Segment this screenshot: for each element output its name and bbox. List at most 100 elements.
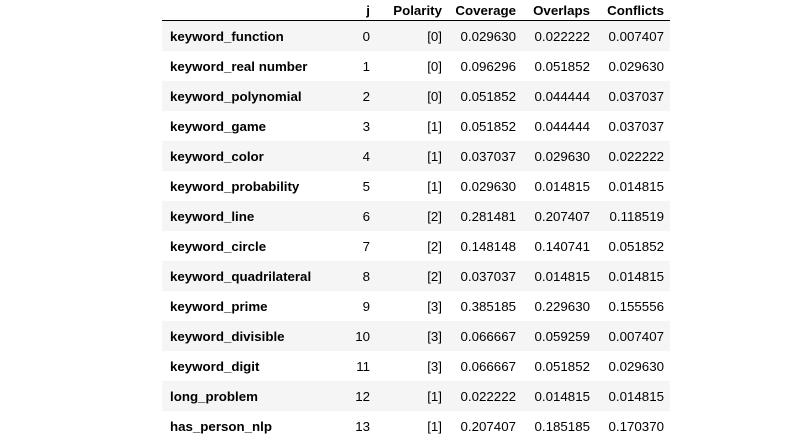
cell-j: 8 — [338, 261, 376, 291]
cell-j: 7 — [338, 231, 376, 261]
cell-overlaps: 0.140741 — [522, 231, 596, 261]
cell-coverage: 0.066667 — [448, 351, 522, 381]
cell-polarity: [1] — [376, 381, 448, 411]
table-row: keyword_real number1[0]0.0962960.0518520… — [162, 51, 670, 81]
table-row: keyword_function0[0]0.0296300.0222220.00… — [162, 21, 670, 52]
cell-polarity: [2] — [376, 261, 448, 291]
cell-overlaps: 0.014815 — [522, 381, 596, 411]
row-label: keyword_divisible — [162, 321, 338, 351]
row-label: keyword_real number — [162, 51, 338, 81]
header-row: j Polarity Coverage Overlaps Conflicts — [162, 0, 670, 21]
table-row: keyword_divisible10[3]0.0666670.0592590.… — [162, 321, 670, 351]
table-body: keyword_function0[0]0.0296300.0222220.00… — [162, 21, 670, 441]
cell-j: 2 — [338, 81, 376, 111]
cell-conflicts: 0.029630 — [596, 351, 670, 381]
cell-conflicts: 0.014815 — [596, 171, 670, 201]
cell-overlaps: 0.044444 — [522, 111, 596, 141]
table-row: has_person_nlp13[1]0.2074070.1851850.170… — [162, 411, 670, 441]
table-row: long_problem12[1]0.0222220.0148150.01481… — [162, 381, 670, 411]
cell-overlaps: 0.051852 — [522, 51, 596, 81]
row-label: keyword_game — [162, 111, 338, 141]
cell-coverage: 0.207407 — [448, 411, 522, 441]
column-header-j: j — [338, 0, 376, 21]
cell-j: 6 — [338, 201, 376, 231]
cell-overlaps: 0.059259 — [522, 321, 596, 351]
cell-coverage: 0.385185 — [448, 291, 522, 321]
cell-overlaps: 0.207407 — [522, 201, 596, 231]
cell-coverage: 0.281481 — [448, 201, 522, 231]
cell-polarity: [3] — [376, 321, 448, 351]
row-label: has_person_nlp — [162, 411, 338, 441]
cell-polarity: [2] — [376, 231, 448, 261]
table-row: keyword_game3[1]0.0518520.0444440.037037 — [162, 111, 670, 141]
cell-conflicts: 0.022222 — [596, 141, 670, 171]
cell-conflicts: 0.029630 — [596, 51, 670, 81]
cell-coverage: 0.096296 — [448, 51, 522, 81]
cell-overlaps: 0.029630 — [522, 141, 596, 171]
table-row: keyword_line6[2]0.2814810.2074070.118519 — [162, 201, 670, 231]
cell-j: 3 — [338, 111, 376, 141]
column-header-polarity: Polarity — [376, 0, 448, 21]
row-label: keyword_color — [162, 141, 338, 171]
cell-polarity: [1] — [376, 411, 448, 441]
cell-j: 9 — [338, 291, 376, 321]
table-row: keyword_quadrilateral8[2]0.0370370.01481… — [162, 261, 670, 291]
cell-coverage: 0.022222 — [448, 381, 522, 411]
cell-overlaps: 0.051852 — [522, 351, 596, 381]
row-label: keyword_function — [162, 21, 338, 52]
cell-j: 12 — [338, 381, 376, 411]
cell-j: 10 — [338, 321, 376, 351]
row-label: keyword_prime — [162, 291, 338, 321]
cell-coverage: 0.029630 — [448, 21, 522, 52]
cell-overlaps: 0.014815 — [522, 171, 596, 201]
row-label: keyword_digit — [162, 351, 338, 381]
column-header-index — [162, 0, 338, 21]
cell-conflicts: 0.014815 — [596, 261, 670, 291]
cell-conflicts: 0.014815 — [596, 381, 670, 411]
cell-j: 4 — [338, 141, 376, 171]
table-row: keyword_polynomial2[0]0.0518520.0444440.… — [162, 81, 670, 111]
cell-j: 11 — [338, 351, 376, 381]
cell-j: 5 — [338, 171, 376, 201]
cell-polarity: [3] — [376, 351, 448, 381]
dataframe-output: j Polarity Coverage Overlaps Conflicts k… — [162, 0, 670, 441]
cell-polarity: [2] — [376, 201, 448, 231]
cell-overlaps: 0.022222 — [522, 21, 596, 52]
cell-coverage: 0.051852 — [448, 111, 522, 141]
row-label: keyword_line — [162, 201, 338, 231]
cell-conflicts: 0.037037 — [596, 111, 670, 141]
lf-summary-table: j Polarity Coverage Overlaps Conflicts k… — [162, 0, 670, 441]
cell-overlaps: 0.229630 — [522, 291, 596, 321]
cell-coverage: 0.051852 — [448, 81, 522, 111]
cell-conflicts: 0.007407 — [596, 321, 670, 351]
cell-j: 1 — [338, 51, 376, 81]
cell-conflicts: 0.051852 — [596, 231, 670, 261]
cell-polarity: [1] — [376, 141, 448, 171]
cell-polarity: [1] — [376, 171, 448, 201]
cell-overlaps: 0.185185 — [522, 411, 596, 441]
column-header-coverage: Coverage — [448, 0, 522, 21]
table-row: keyword_circle7[2]0.1481480.1407410.0518… — [162, 231, 670, 261]
cell-polarity: [0] — [376, 81, 448, 111]
table-row: keyword_color4[1]0.0370370.0296300.02222… — [162, 141, 670, 171]
cell-conflicts: 0.037037 — [596, 81, 670, 111]
row-label: keyword_polynomial — [162, 81, 338, 111]
cell-overlaps: 0.044444 — [522, 81, 596, 111]
cell-j: 0 — [338, 21, 376, 52]
row-label: keyword_quadrilateral — [162, 261, 338, 291]
cell-conflicts: 0.170370 — [596, 411, 670, 441]
cell-coverage: 0.066667 — [448, 321, 522, 351]
row-label: long_problem — [162, 381, 338, 411]
table-row: keyword_digit11[3]0.0666670.0518520.0296… — [162, 351, 670, 381]
cell-coverage: 0.148148 — [448, 231, 522, 261]
cell-overlaps: 0.014815 — [522, 261, 596, 291]
cell-conflicts: 0.118519 — [596, 201, 670, 231]
cell-coverage: 0.029630 — [448, 171, 522, 201]
row-label: keyword_circle — [162, 231, 338, 261]
cell-coverage: 0.037037 — [448, 261, 522, 291]
cell-polarity: [0] — [376, 21, 448, 52]
cell-conflicts: 0.007407 — [596, 21, 670, 52]
cell-coverage: 0.037037 — [448, 141, 522, 171]
cell-conflicts: 0.155556 — [596, 291, 670, 321]
cell-polarity: [0] — [376, 51, 448, 81]
